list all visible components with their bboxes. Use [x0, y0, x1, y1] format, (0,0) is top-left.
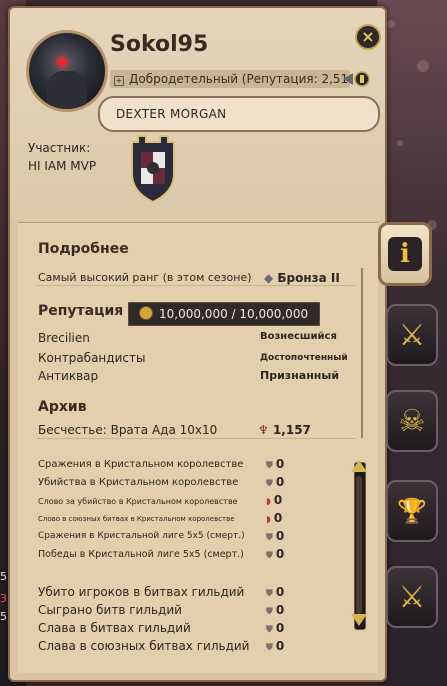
- close-button[interactable]: ×: [355, 24, 381, 50]
- details-title: Подробнее: [38, 241, 129, 257]
- season-rank-label: Самый высокий ранг (в этом сезоне): [38, 271, 252, 284]
- tab-guild-wars[interactable]: ⚔: [386, 566, 438, 628]
- crystal-row-value-text: 0: [273, 493, 283, 507]
- scroll-down-arrow-icon[interactable]: [351, 614, 367, 626]
- tab-trophies[interactable]: 🏆: [386, 480, 438, 542]
- crystal-row-label: Победы в Кристальной лиге 5x5 (смерт.): [38, 549, 244, 560]
- reputation-row-value: Признанный: [260, 369, 340, 382]
- crystal-row-value: ⛊ 0: [266, 547, 285, 561]
- archive-row-label: Бесчестье: Врата Ада 10x10: [38, 423, 218, 437]
- crystal-row-label: Слово в союзных битвах в Кристальном кор…: [38, 515, 235, 523]
- silver-tooltip: 10,000,000 / 10,000,000: [128, 302, 320, 326]
- guild-row-label: Сыграно битв гильдий: [38, 603, 182, 617]
- reputation-icon: [343, 71, 370, 87]
- reputation-bar[interactable]: + Добродетельный (Репутация: 2,516): [110, 70, 350, 88]
- edge-number: 5: [0, 570, 7, 583]
- season-rank-text: Бронза II: [277, 271, 340, 285]
- player-name: Sokol95: [110, 32, 209, 57]
- infamy-icon: ♆: [258, 423, 273, 437]
- tooltip-text: 10,000,000 / 10,000,000: [159, 307, 309, 321]
- crystal-row-value: ⛊ 0: [266, 475, 285, 489]
- member-value: HI IAM MVP: [28, 159, 97, 173]
- archive-row-value: ♆ 1,157: [258, 423, 311, 437]
- guild-row-value: ⛊ 0: [266, 639, 285, 653]
- guild-tag: DEXTER MORGAN: [98, 96, 380, 132]
- reputation-row-label: Brecilien: [38, 331, 90, 345]
- crystal-row-label: Сражения в Кристальной лиге 5x5 (смерт.): [38, 531, 245, 541]
- silver-coin-icon: [139, 306, 153, 320]
- reputation-row-value: Вознесшийся: [260, 331, 337, 342]
- details-section: Подробнее Самый высокий ранг (в этом сез…: [18, 222, 378, 673]
- divider: [36, 438, 356, 439]
- crystal-row-value: ◗ 0: [266, 511, 283, 525]
- tab-pvp[interactable]: ⚔: [386, 304, 438, 366]
- crystal-row-value-text: 0: [275, 547, 285, 561]
- crystal-row-value-text: 0: [273, 511, 283, 525]
- divider: [36, 285, 356, 286]
- reputation-title: Репутация: [38, 303, 124, 319]
- crystal-row-label: Убийства в Кристальном королевстве: [38, 477, 239, 488]
- crossed-swords-icon: ⚔: [398, 317, 426, 353]
- member-label: Участник:: [28, 141, 91, 155]
- guild-row-value: ⛊ 0: [266, 621, 285, 635]
- player-profile-panel: Sokol95 × + Добродетельный (Репутация: 2,…: [8, 6, 387, 682]
- crystal-row-value: ⛊ 0: [266, 457, 285, 471]
- archive-title: Архив: [38, 399, 87, 415]
- guild-row-value: ⛊ 0: [266, 603, 285, 617]
- scroll-thumb[interactable]: [356, 476, 362, 614]
- crystal-row-value-text: 0: [275, 457, 285, 471]
- tab-info[interactable]: i: [378, 222, 432, 286]
- guild-row-value-text: 0: [275, 621, 285, 635]
- guild-row-label: Убито игроков в битвах гильдий: [38, 585, 245, 599]
- avatar: [26, 30, 108, 112]
- reputation-row-label: Антиквар: [38, 369, 99, 383]
- guild-row-value-text: 0: [275, 585, 285, 599]
- reputation-row-value: Достопочтенный: [260, 353, 348, 363]
- tab-deaths[interactable]: ☠: [386, 390, 438, 452]
- rank-icon: ◆: [264, 271, 278, 285]
- skull-icon: ☠: [398, 403, 426, 439]
- info-icon: i: [388, 237, 422, 271]
- guild-row-label: Слава в битвах гильдий: [38, 621, 191, 635]
- scroll-track-upper: [361, 268, 363, 438]
- guild-row-value-text: 0: [275, 639, 285, 653]
- edge-number: 5: [0, 610, 7, 623]
- crystal-row-label: Сражения в Кристальном королевстве: [38, 459, 244, 470]
- crystal-row-value-text: 0: [275, 475, 285, 489]
- reputation-text: Добродетельный (Репутация: 2,516): [129, 72, 350, 86]
- guild-row-value-text: 0: [275, 603, 285, 617]
- guild-crest-icon[interactable]: [128, 134, 178, 204]
- expand-icon: +: [114, 76, 124, 86]
- crystal-row-value: ⛊ 0: [266, 529, 285, 543]
- profile-header: Sokol95 × + Добродетельный (Репутация: 2,…: [10, 8, 385, 220]
- scroll-up-arrow-icon[interactable]: [351, 460, 367, 472]
- guild-row-value: ⛊ 0: [266, 585, 285, 599]
- crystal-row-label: Слово за убийство в Кристальном королевс…: [38, 497, 238, 506]
- guild-row-label: Слава в союзных битвах гильдий: [38, 639, 250, 653]
- archive-row-value-text: 1,157: [272, 423, 311, 437]
- globe-swords-icon: ⚔: [398, 579, 426, 615]
- reputation-row-label: Контрабандисты: [38, 351, 146, 365]
- crystal-row-value-text: 0: [275, 529, 285, 543]
- trophy-icon: 🏆: [397, 497, 427, 525]
- crystal-row-value: ◗ 0: [266, 493, 283, 507]
- edge-number: 3: [0, 592, 7, 605]
- season-rank-value: ◆ Бронза II: [264, 271, 340, 285]
